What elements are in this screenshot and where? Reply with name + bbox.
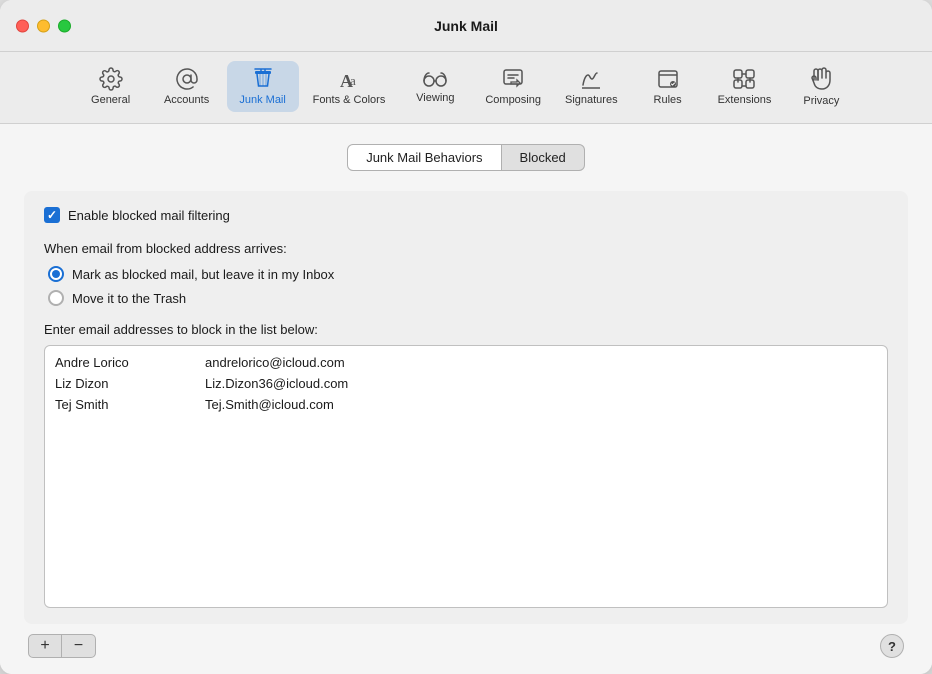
checkmark-icon: ✓ xyxy=(47,209,57,221)
at-icon xyxy=(175,67,199,91)
enable-checkbox-row: ✓ Enable blocked mail filtering xyxy=(44,207,888,223)
section-panel: ✓ Enable blocked mail filtering When ema… xyxy=(24,191,908,624)
enable-checkbox[interactable]: ✓ xyxy=(44,207,60,223)
tab-bar: Junk Mail Behaviors Blocked xyxy=(24,144,908,171)
email-row-0[interactable]: Andre Lorico andrelorico@icloud.com xyxy=(45,352,887,373)
toolbar-label-fonts-colors: Fonts & Colors xyxy=(313,94,386,106)
glasses-icon xyxy=(422,69,448,89)
toolbar-item-general[interactable]: General xyxy=(75,61,147,112)
tab-junk-mail-behaviors[interactable]: Junk Mail Behaviors xyxy=(347,144,501,171)
titlebar: Junk Mail xyxy=(0,0,932,52)
toolbar-item-extensions[interactable]: Extensions xyxy=(708,61,782,112)
radio-label-mark-blocked: Mark as blocked mail, but leave it in my… xyxy=(72,267,334,282)
tab-blocked[interactable]: Blocked xyxy=(502,144,585,171)
hand-icon xyxy=(810,66,832,92)
radio-row-move-trash[interactable]: Move it to the Trash xyxy=(48,290,888,306)
toolbar-item-privacy[interactable]: Privacy xyxy=(785,60,857,113)
enable-checkbox-label: Enable blocked mail filtering xyxy=(68,208,230,223)
radio-row-mark-blocked[interactable]: Mark as blocked mail, but leave it in my… xyxy=(48,266,888,282)
add-remove-group: + − xyxy=(28,634,96,658)
main-window: Junk Mail General Accounts xyxy=(0,0,932,674)
trash-filter-icon xyxy=(251,67,275,91)
toolbar-item-rules[interactable]: Rules xyxy=(632,61,704,112)
toolbar-label-extensions: Extensions xyxy=(718,94,772,106)
toolbar: General Accounts xyxy=(0,52,932,124)
toolbar-label-composing: Composing xyxy=(485,94,541,106)
gear-icon xyxy=(99,67,123,91)
compose-icon xyxy=(501,67,525,91)
email-name-2: Tej Smith xyxy=(55,397,205,412)
email-addr-1: Liz.Dizon36@icloud.com xyxy=(205,376,348,391)
email-addr-2: Tej.Smith@icloud.com xyxy=(205,397,334,412)
radio-label-move-trash: Move it to the Trash xyxy=(72,291,186,306)
toolbar-label-general: General xyxy=(91,94,130,106)
maximize-button[interactable] xyxy=(58,19,71,32)
list-label: Enter email addresses to block in the li… xyxy=(44,322,888,337)
radio-mark-blocked[interactable] xyxy=(48,266,64,282)
email-name-0: Andre Lorico xyxy=(55,355,205,370)
toolbar-label-viewing: Viewing xyxy=(416,92,454,104)
email-addr-0: andrelorico@icloud.com xyxy=(205,355,345,370)
bottom-bar: + − ? xyxy=(24,624,908,658)
email-row-1[interactable]: Liz Dizon Liz.Dizon36@icloud.com xyxy=(45,373,887,394)
toolbar-label-junk-mail: Junk Mail xyxy=(239,94,285,106)
minimize-button[interactable] xyxy=(37,19,50,32)
toolbar-label-rules: Rules xyxy=(654,94,682,106)
add-button[interactable]: + xyxy=(28,634,62,658)
window-controls xyxy=(16,19,71,32)
close-button[interactable] xyxy=(16,19,29,32)
email-list[interactable]: Andre Lorico andrelorico@icloud.com Liz … xyxy=(44,345,888,608)
signature-icon xyxy=(579,67,603,91)
svg-text:a: a xyxy=(350,73,356,88)
toolbar-label-privacy: Privacy xyxy=(803,95,839,107)
rules-icon xyxy=(656,67,680,91)
when-label: When email from blocked address arrives: xyxy=(44,241,888,256)
font-icon: A a xyxy=(337,67,361,91)
toolbar-item-accounts[interactable]: Accounts xyxy=(151,61,223,112)
toolbar-label-signatures: Signatures xyxy=(565,94,618,106)
content-area: Junk Mail Behaviors Blocked ✓ Enable blo… xyxy=(0,124,932,674)
remove-button[interactable]: − xyxy=(62,634,96,658)
toolbar-item-composing[interactable]: Composing xyxy=(475,61,551,112)
toolbar-item-fonts-colors[interactable]: A a Fonts & Colors xyxy=(303,61,396,112)
email-name-1: Liz Dizon xyxy=(55,376,205,391)
toolbar-item-viewing[interactable]: Viewing xyxy=(399,63,471,110)
extensions-icon xyxy=(731,67,757,91)
window-title: Junk Mail xyxy=(434,18,498,34)
toolbar-label-accounts: Accounts xyxy=(164,94,209,106)
radio-move-trash[interactable] xyxy=(48,290,64,306)
toolbar-item-junk-mail[interactable]: Junk Mail xyxy=(227,61,299,112)
radio-group: Mark as blocked mail, but leave it in my… xyxy=(48,266,888,306)
email-row-2[interactable]: Tej Smith Tej.Smith@icloud.com xyxy=(45,394,887,415)
toolbar-item-signatures[interactable]: Signatures xyxy=(555,61,628,112)
help-button[interactable]: ? xyxy=(880,634,904,658)
